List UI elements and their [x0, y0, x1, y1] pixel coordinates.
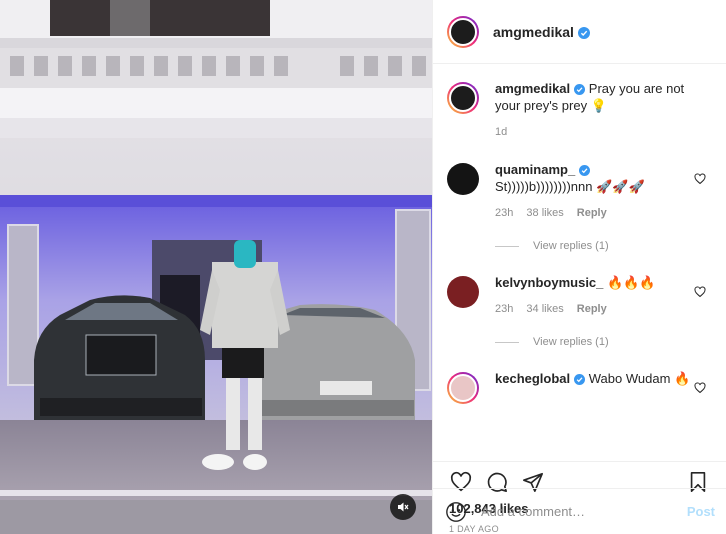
comment-item: kelvynboymusic_ 🔥🔥🔥 23h 34 likes Reply: [447, 274, 712, 318]
caption: amgmedikal Pray you are not your prey's …: [447, 80, 712, 141]
comment-username[interactable]: kecheglobal: [495, 371, 570, 386]
post-header: amgmedikal: [433, 0, 726, 64]
like-comment-heart-icon[interactable]: [694, 382, 706, 394]
author-avatar[interactable]: [447, 15, 479, 48]
like-comment-heart-icon[interactable]: [694, 286, 706, 298]
comment-username[interactable]: quaminamp_: [495, 162, 575, 177]
comments-list[interactable]: amgmedikal Pray you are not your prey's …: [433, 64, 726, 461]
view-replies-label[interactable]: View replies (1): [533, 336, 609, 348]
comment-text: St)))))b))))))))nnn 🚀🚀🚀: [495, 179, 645, 194]
replies-divider: [495, 341, 519, 343]
speaker-muted-icon: [398, 502, 409, 512]
like-comment-heart-icon[interactable]: [694, 173, 706, 185]
reply-button[interactable]: Reply: [577, 303, 607, 315]
caption-time[interactable]: 1d: [495, 126, 507, 138]
view-replies-button[interactable]: View replies (1): [495, 240, 712, 252]
post-side-panel: amgmedikal amgmedikal Pray you are not y…: [432, 0, 726, 534]
caption-username[interactable]: amgmedikal: [495, 81, 570, 96]
comment-text: Wabo Wudam 🔥: [588, 371, 691, 386]
comment-avatar[interactable]: [447, 372, 479, 404]
post-video[interactable]: [0, 0, 432, 534]
verified-badge-icon: [577, 26, 590, 39]
comment-time[interactable]: 23h: [495, 207, 513, 219]
comment-avatar[interactable]: [447, 163, 479, 195]
video-frame: [0, 0, 432, 534]
verified-badge-icon: [574, 374, 586, 385]
post-comment-button[interactable]: Post: [687, 504, 715, 519]
comment-input[interactable]: [481, 504, 687, 519]
reply-button[interactable]: Reply: [577, 207, 607, 219]
comment-likes[interactable]: 38 likes: [526, 207, 563, 219]
author-username[interactable]: amgmedikal: [493, 24, 590, 40]
replies-divider: [495, 245, 519, 247]
comment-likes[interactable]: 34 likes: [526, 303, 563, 315]
comment-item: quaminamp_ St)))))b))))))))nnn 🚀🚀🚀 23h 3…: [447, 161, 712, 222]
verified-badge-icon: [574, 84, 586, 95]
comment-text: 🔥🔥🔥: [607, 275, 656, 290]
verified-badge-icon: [579, 165, 591, 176]
emoji-icon[interactable]: [445, 501, 467, 523]
caption-avatar[interactable]: [447, 82, 479, 114]
comment-time[interactable]: 23h: [495, 303, 513, 315]
comment-avatar[interactable]: [447, 276, 479, 308]
comment-username[interactable]: kelvynboymusic_: [495, 275, 603, 290]
post-modal: amgmedikal amgmedikal Pray you are not y…: [0, 0, 726, 534]
author-username-text[interactable]: amgmedikal: [493, 24, 574, 40]
view-replies-button[interactable]: View replies (1): [495, 336, 712, 348]
add-comment-bar: Post: [433, 488, 726, 534]
mute-toggle-button[interactable]: [390, 494, 416, 520]
comment-item: kecheglobal Wabo Wudam 🔥: [447, 370, 712, 404]
view-replies-label[interactable]: View replies (1): [533, 240, 609, 252]
